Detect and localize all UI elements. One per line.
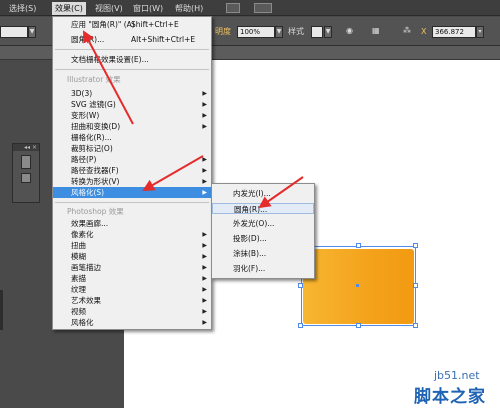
menu-window[interactable]: 窗口(W) <box>130 2 166 15</box>
floating-tools-panel: ◂◂ × <box>12 143 40 203</box>
menu-help[interactable]: 帮助(H) <box>172 2 206 15</box>
align-icon[interactable]: ▦ <box>372 25 380 37</box>
handle-middle-right[interactable] <box>413 283 418 288</box>
opacity-input[interactable]: 100% <box>237 26 275 38</box>
arrange-documents-icon[interactable] <box>254 3 272 13</box>
menu-item-video[interactable]: 视频 ▶ <box>53 306 211 317</box>
menu-view[interactable]: 视图(V) <box>92 2 126 15</box>
effect-menu: 应用 "圆角(R)" (A) Shift+Ctrl+E 圆角(R)... Alt+S… <box>52 16 212 330</box>
opacity-label: 明度 <box>215 27 231 36</box>
menu-item-sketch[interactable]: 素描 ▶ <box>53 273 211 284</box>
menu-item-texture[interactable]: 纹理 ▶ <box>53 284 211 295</box>
menu-separator <box>55 49 209 50</box>
recolor-icon[interactable]: ◉ <box>346 25 353 37</box>
submenu-item-feather[interactable]: 羽化(F)... <box>212 263 314 274</box>
handle-bottom-middle[interactable] <box>356 323 361 328</box>
menu-item-apply-last-effect[interactable]: 应用 "圆角(R)" (A) Shift+Ctrl+E <box>53 19 211 30</box>
menu-separator <box>55 202 209 203</box>
menu-item-blur[interactable]: 模糊 ▶ <box>53 251 211 262</box>
menu-effect[interactable]: 效果(C) <box>52 2 86 15</box>
menu-item-rasterize[interactable]: 栅格化(R)... <box>53 132 211 143</box>
handle-middle-left[interactable] <box>298 283 303 288</box>
menu-item-brush-strokes[interactable]: 画笔描边 ▶ <box>53 262 211 273</box>
menu-select[interactable]: 选择(S) <box>6 2 39 15</box>
menu-bar: 选择(S) 效果(C) 视图(V) 窗口(W) 帮助(H) <box>0 0 500 16</box>
submenu-item-drop-shadow[interactable]: 投影(D)... <box>212 233 314 244</box>
menu-item-artistic[interactable]: 艺术效果 ▶ <box>53 295 211 306</box>
submenu-item-scribble[interactable]: 涂抹(B)... <box>212 248 314 259</box>
menu-item-svg-filters[interactable]: SVG 滤镜(G) ▶ <box>53 99 211 110</box>
handle-bottom-right[interactable] <box>413 323 418 328</box>
submenu-item-outer-glow[interactable]: 外发光(O)... <box>212 218 314 229</box>
menu-section-illustrator-effects: Illustrator 效果 <box>67 75 121 84</box>
menu-item-warp[interactable]: 变形(W) ▶ <box>53 110 211 121</box>
menu-item-last-effect[interactable]: 圆角(R)... Alt+Shift+Ctrl+E <box>53 34 211 45</box>
menu-item-document-raster-settings[interactable]: 文档栅格效果设置(E)... <box>53 54 211 65</box>
stylize-submenu: 内发光(I)... 圆角(R)... 外发光(O)... 投影(D)... 涂抹… <box>211 183 315 279</box>
menu-item-distort[interactable]: 扭曲 ▶ <box>53 240 211 251</box>
menu-item-3d[interactable]: 3D(3) ▶ <box>53 88 211 99</box>
panel-swatch-icon[interactable] <box>21 173 31 183</box>
stroke-dropdown[interactable]: ▼ <box>28 26 36 38</box>
menu-item-distort-transform[interactable]: 扭曲和变换(D) ▶ <box>53 121 211 132</box>
watermark-logo-text: 脚本之家 <box>414 387 486 407</box>
bridge-icon[interactable] <box>226 3 240 13</box>
panel-collapse-icon[interactable]: ◂◂ × <box>13 144 39 151</box>
selected-rectangle[interactable] <box>298 243 418 328</box>
style-dropdown[interactable]: ▼ <box>324 26 332 38</box>
style-label: 样式 <box>288 27 304 36</box>
left-panel-edge <box>0 290 3 330</box>
stroke-field[interactable] <box>0 26 28 38</box>
menu-separator <box>55 69 209 70</box>
handle-top-middle[interactable] <box>356 243 361 248</box>
submenu-item-inner-glow[interactable]: 内发光(I)... <box>212 188 314 199</box>
submenu-item-round-corners[interactable]: 圆角(R)... <box>212 203 314 214</box>
x-label: X <box>421 27 427 36</box>
menu-item-pixelate[interactable]: 像素化 ▶ <box>53 229 211 240</box>
menu-item-effect-gallery[interactable]: 效果画廊... <box>53 218 211 229</box>
handle-top-right[interactable] <box>413 243 418 248</box>
x-stepper[interactable]: ▾ <box>476 26 484 38</box>
menu-item-convert-to-shape[interactable]: 转换为形状(V) ▶ <box>53 176 211 187</box>
menu-item-pathfinder[interactable]: 路径查找器(F) ▶ <box>53 165 211 176</box>
menu-item-stylize-photoshop[interactable]: 风格化 ▶ <box>53 317 211 328</box>
transform-grid-icon[interactable]: ⁂ <box>403 25 411 37</box>
center-point <box>356 284 359 287</box>
x-position-input[interactable]: 366.872 <box>432 26 476 38</box>
menu-item-stylize[interactable]: 风格化(S) ▶ <box>53 187 211 198</box>
menu-item-crop-marks[interactable]: 裁剪标记(O) <box>53 143 211 154</box>
watermark-url: jb51.net <box>434 369 480 382</box>
handle-bottom-left[interactable] <box>298 323 303 328</box>
menu-section-photoshop-effects: Photoshop 效果 <box>67 207 124 216</box>
style-swatch[interactable] <box>311 26 323 38</box>
opacity-dropdown[interactable]: ▼ <box>275 26 283 38</box>
panel-tool-icon[interactable] <box>21 155 31 169</box>
menu-item-path[interactable]: 路径(P) ▶ <box>53 154 211 165</box>
